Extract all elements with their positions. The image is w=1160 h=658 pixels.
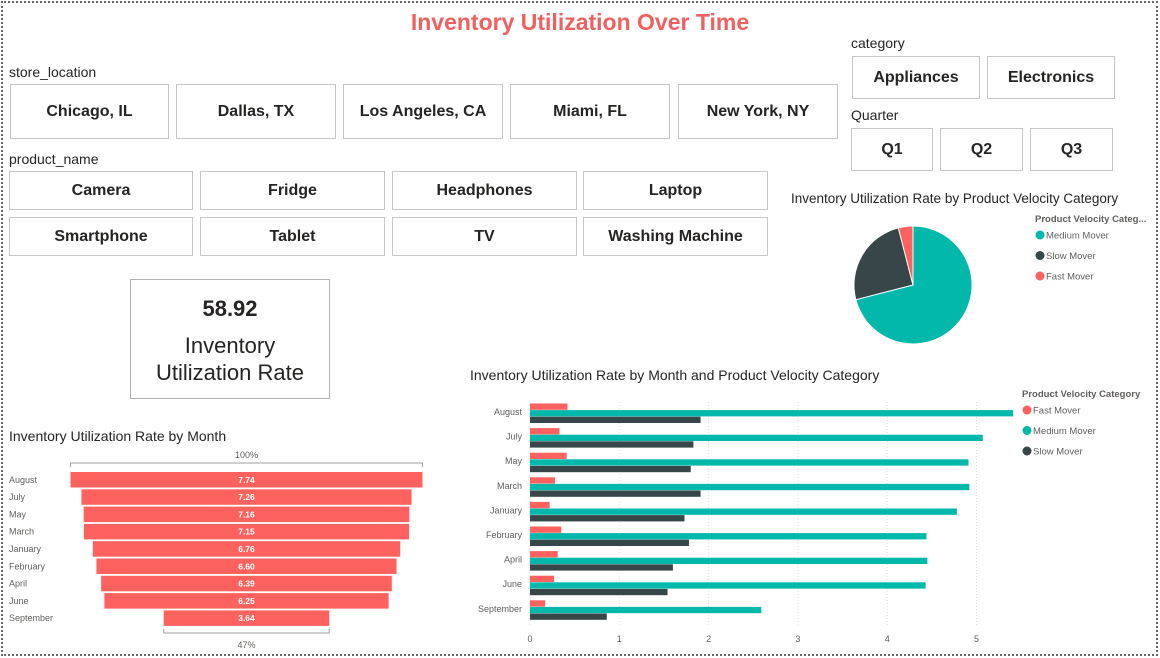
bar-legend-label-fast-mover: Fast Mover bbox=[1033, 406, 1081, 417]
bar-fast-mover-february bbox=[530, 526, 562, 533]
bar-slow-mover-march bbox=[530, 490, 701, 497]
bar-fast-mover-september bbox=[530, 600, 546, 607]
bar-category-label: January bbox=[490, 505, 523, 515]
bar-slow-mover-august bbox=[530, 416, 701, 423]
bar-category-label: April bbox=[504, 555, 522, 565]
bar-fast-mover-may bbox=[530, 452, 567, 459]
bar-slow-mover-april bbox=[530, 564, 673, 571]
bar-slow-mover-february bbox=[530, 539, 689, 546]
bar-fast-mover-january bbox=[530, 501, 550, 509]
bar-medium-mover-september bbox=[530, 606, 762, 614]
bar-category-label: March bbox=[497, 481, 522, 491]
bar-slow-mover-september bbox=[530, 613, 607, 620]
bar-category-label: August bbox=[494, 407, 523, 417]
bar-category-label: June bbox=[502, 579, 522, 589]
bar-category-label: September bbox=[478, 604, 522, 614]
bar-medium-mover-july bbox=[530, 434, 983, 441]
bar-medium-mover-august bbox=[530, 410, 1014, 417]
bar-legend-label-slow-mover: Slow Mover bbox=[1033, 447, 1083, 458]
bar-x-tick-label: 0 bbox=[527, 634, 532, 644]
bar-legend-marker-slow-mover bbox=[1022, 446, 1032, 456]
bar-x-tick-label: 3 bbox=[795, 634, 800, 644]
bar-legend-marker-medium-mover bbox=[1022, 426, 1032, 435]
bar-medium-mover-january bbox=[530, 508, 957, 515]
bar-x-tick-label: 4 bbox=[885, 634, 890, 644]
bar-category-label: July bbox=[506, 432, 523, 442]
bar-slow-mover-june bbox=[530, 588, 668, 596]
bar-fast-mover-august bbox=[530, 403, 568, 410]
bar-slow-mover-july bbox=[530, 441, 694, 448]
bar-legend-label-medium-mover: Medium Mover bbox=[1033, 426, 1096, 437]
bar-medium-mover-june bbox=[530, 582, 926, 589]
bar-x-tick-label: 5 bbox=[974, 634, 979, 644]
bar-medium-mover-march bbox=[530, 483, 970, 491]
bar-medium-mover-may bbox=[530, 459, 969, 466]
bar-fast-mover-july bbox=[530, 428, 560, 435]
clustered-bar-chart: 0 1 2 3 4 5 August July May March January February A… bbox=[478, 389, 1141, 644]
bar-legend-title: Product Velocity Category bbox=[1022, 389, 1141, 400]
bar-medium-mover-april bbox=[530, 557, 928, 564]
bar-category-label: February bbox=[486, 530, 523, 540]
bar-legend-marker-fast-mover bbox=[1022, 405, 1032, 415]
bar-x-tick-label: 2 bbox=[706, 634, 711, 644]
bar-fast-mover-march bbox=[530, 477, 556, 484]
bar-slow-mover-january bbox=[530, 515, 685, 522]
bar-medium-mover-february bbox=[530, 533, 927, 540]
bar-slow-mover-may bbox=[530, 465, 691, 473]
bar-fast-mover-april bbox=[530, 551, 558, 558]
bar-fast-mover-june bbox=[530, 575, 555, 582]
bar-x-tick-label: 1 bbox=[617, 634, 622, 644]
bar-category-label: May bbox=[505, 456, 523, 466]
